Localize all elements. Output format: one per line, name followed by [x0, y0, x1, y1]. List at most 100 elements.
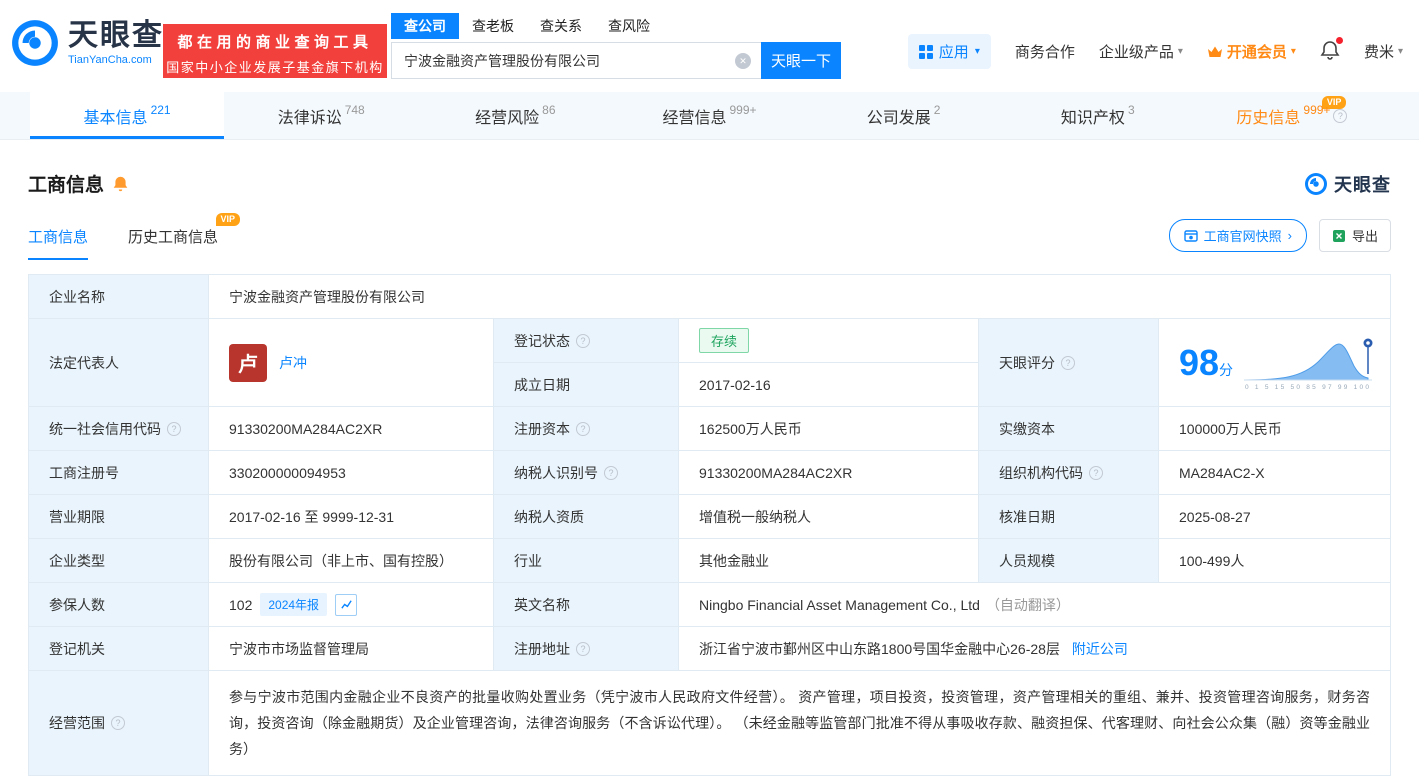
field-label-credit-code: 统一社会信用代码 ?: [28, 406, 209, 451]
tab-count: 3: [1127, 102, 1135, 117]
field-label-taxpayer-no: 纳税人识别号 ?: [493, 450, 679, 495]
field-label-insured: 参保人数: [28, 582, 209, 627]
tab-label: 基本信息: [83, 109, 148, 127]
vip-label: 开通会员: [1226, 44, 1287, 61]
field-label-scope: 经营范围 ?: [28, 670, 209, 776]
apps-menu-button[interactable]: 应用 ▾: [907, 34, 991, 69]
field-value-scope: 参与宁波市范围内金融企业不良资产的批量收购处置业务（凭宁波市人民政府文件经营）。…: [208, 670, 1391, 776]
search-tab-relation[interactable]: 查关系: [527, 13, 595, 39]
help-icon[interactable]: ?: [576, 333, 590, 348]
section-title: 工商信息: [28, 175, 105, 196]
field-label-approved-date: 核准日期: [978, 494, 1159, 539]
chevron-down-icon: ▾: [1177, 46, 1183, 57]
search-area: 查公司 查老板 查关系 查风险 ✕ 天眼一下: [391, 12, 841, 79]
tab-label: 经营风险: [475, 109, 540, 127]
score-axis-labels: 0 1 5 15 50 85 97 99 100: [1245, 384, 1369, 391]
nav-cooperation[interactable]: 商务合作: [1015, 41, 1075, 62]
field-label-address: 注册地址 ?: [493, 626, 679, 671]
subtab-history-registration[interactable]: 历史工商信息 VIP: [128, 213, 241, 260]
search-input[interactable]: [391, 42, 761, 79]
tianyancha-swirl-icon: [12, 20, 58, 66]
trend-chart-button[interactable]: [335, 593, 358, 616]
snapshot-label: 工商官网快照: [1203, 229, 1282, 244]
field-label-reg-authority: 登记机关: [28, 626, 209, 671]
help-icon[interactable]: ?: [576, 421, 590, 436]
search-button[interactable]: 天眼一下: [761, 42, 841, 79]
field-label-reg-status: 登记状态 ?: [493, 318, 679, 363]
legal-rep-link[interactable]: 卢冲: [279, 353, 307, 373]
help-icon[interactable]: ?: [1333, 108, 1348, 123]
tab-intellectual-property[interactable]: 知识产权 3: [1001, 92, 1195, 139]
field-value-industry: 其他金融业: [678, 538, 979, 583]
help-icon[interactable]: ?: [576, 641, 590, 656]
table-row: 工商注册号 330200000094953 纳税人识别号 ? 91330200M…: [28, 450, 1391, 495]
subtab-business-registration[interactable]: 工商信息: [28, 226, 89, 260]
field-value-org-code: MA284AC2-X: [1158, 450, 1391, 495]
subscribe-bell-icon[interactable]: [112, 175, 129, 192]
username-label: 费米: [1363, 44, 1394, 61]
nearby-companies-link[interactable]: 附近公司: [1072, 641, 1128, 657]
notifications-bell-icon[interactable]: [1320, 36, 1343, 64]
trend-chart-icon: [340, 600, 352, 609]
field-label-establish-date: 成立日期: [493, 362, 679, 407]
notification-dot: [1335, 36, 1343, 44]
tab-operation-risk[interactable]: 经营风险 86: [418, 92, 612, 139]
nav-open-vip[interactable]: 开通会员 ▾: [1207, 41, 1296, 62]
help-icon[interactable]: ?: [1089, 465, 1103, 480]
export-button[interactable]: 导出: [1318, 219, 1391, 252]
field-value-reg-authority: 宁波市市场监督管理局: [208, 626, 494, 671]
search-tab-boss[interactable]: 查老板: [459, 13, 527, 39]
field-value-insured: 102 2024年报: [208, 582, 494, 627]
nav-user-menu[interactable]: 费米 ▾: [1364, 41, 1403, 62]
tab-count: 2: [933, 102, 941, 117]
help-icon[interactable]: ?: [604, 465, 618, 480]
company-tab-bar: 基本信息 221 法律诉讼 748 经营风险 86 经营信息 999+ 公司发展…: [0, 92, 1419, 140]
tab-legal-litigation[interactable]: 法律诉讼 748: [224, 92, 418, 139]
tab-basic-info[interactable]: 基本信息 221: [30, 92, 225, 139]
search-tab-company[interactable]: 查公司: [391, 12, 459, 39]
nav-enterprise-products[interactable]: 企业级产品 ▾: [1099, 41, 1183, 62]
brand-name: 天眼查: [68, 18, 164, 52]
field-label-org-code: 组织机构代码 ?: [978, 450, 1159, 495]
field-value-staff-size: 100-499人: [1158, 538, 1391, 583]
label-text: 登记状态: [514, 332, 570, 349]
score-unit: 分: [1219, 361, 1234, 378]
clear-search-icon[interactable]: ✕: [735, 53, 751, 69]
help-icon[interactable]: ?: [1061, 355, 1075, 370]
chevron-down-icon: ▾: [1397, 46, 1403, 57]
address-text: 浙江省宁波市鄞州区中山东路1800号国华金融中心26-28层: [699, 640, 1060, 657]
tianyancha-logo[interactable]: 天眼查 TianYanCha.com: [10, 18, 164, 68]
auto-translate-note: （自动翻译）: [985, 596, 1070, 613]
tab-company-development[interactable]: 公司发展 2: [807, 92, 1001, 139]
label-text: 纳税人识别号: [514, 464, 598, 481]
chevron-down-icon: ▾: [974, 46, 980, 57]
field-value-term: 2017-02-16 至 9999-12-31: [208, 494, 494, 539]
legal-rep-avatar[interactable]: 卢: [229, 343, 267, 382]
slogan-line1: 都在用的商业查询工具: [177, 34, 373, 51]
business-info-table: 企业名称 宁波金融资产管理股份有限公司 法定代表人 卢 卢冲 登记状态 ? 存续…: [28, 274, 1391, 776]
tab-business-info[interactable]: 经营信息 999+: [612, 92, 806, 139]
table-row: 登记机关 宁波市市场监督管理局 注册地址 ? 浙江省宁波市鄞州区中山东路1800…: [28, 626, 1391, 671]
table-row: 参保人数 102 2024年报 英文名称 Ningbo Financial As…: [28, 582, 1391, 627]
slogan-line2: 国家中小企业发展子基金旗下机构: [166, 60, 384, 75]
table-row: 企业名称 宁波金融资产管理股份有限公司: [28, 274, 1391, 319]
chevron-down-icon: ▾: [1290, 46, 1296, 57]
tab-history-info[interactable]: VIP 历史信息 999+ ?: [1195, 92, 1389, 139]
field-label-staff-size: 人员规模: [978, 538, 1159, 583]
help-icon[interactable]: ?: [167, 421, 181, 436]
english-name-text: Ningbo Financial Asset Management Co., L…: [699, 596, 980, 613]
help-icon[interactable]: ?: [111, 716, 125, 730]
field-value-address: 浙江省宁波市鄞州区中山东路1800号国华金融中心26-28层 附近公司: [678, 626, 1391, 671]
table-row: 法定代表人 卢 卢冲 登记状态 ? 存续 天眼评分 ? 98分 0 1 5 15…: [28, 318, 1391, 407]
field-value-establish-date: 2017-02-16: [678, 362, 979, 407]
field-value-company-type: 股份有限公司（非上市、国有控股）: [208, 538, 494, 583]
status-badge: 存续: [699, 328, 750, 353]
annual-report-badge[interactable]: 2024年报: [260, 593, 328, 616]
field-label-score: 天眼评分 ?: [978, 318, 1159, 407]
grid-apps-icon: [918, 44, 933, 59]
official-snapshot-button[interactable]: 工商官网快照 ›: [1168, 219, 1307, 252]
label-text: 注册地址: [514, 640, 570, 657]
field-value-reg-no: 330200000094953: [208, 450, 494, 495]
search-tab-risk[interactable]: 查风险: [595, 13, 663, 39]
tab-label: 历史信息: [1236, 109, 1301, 127]
